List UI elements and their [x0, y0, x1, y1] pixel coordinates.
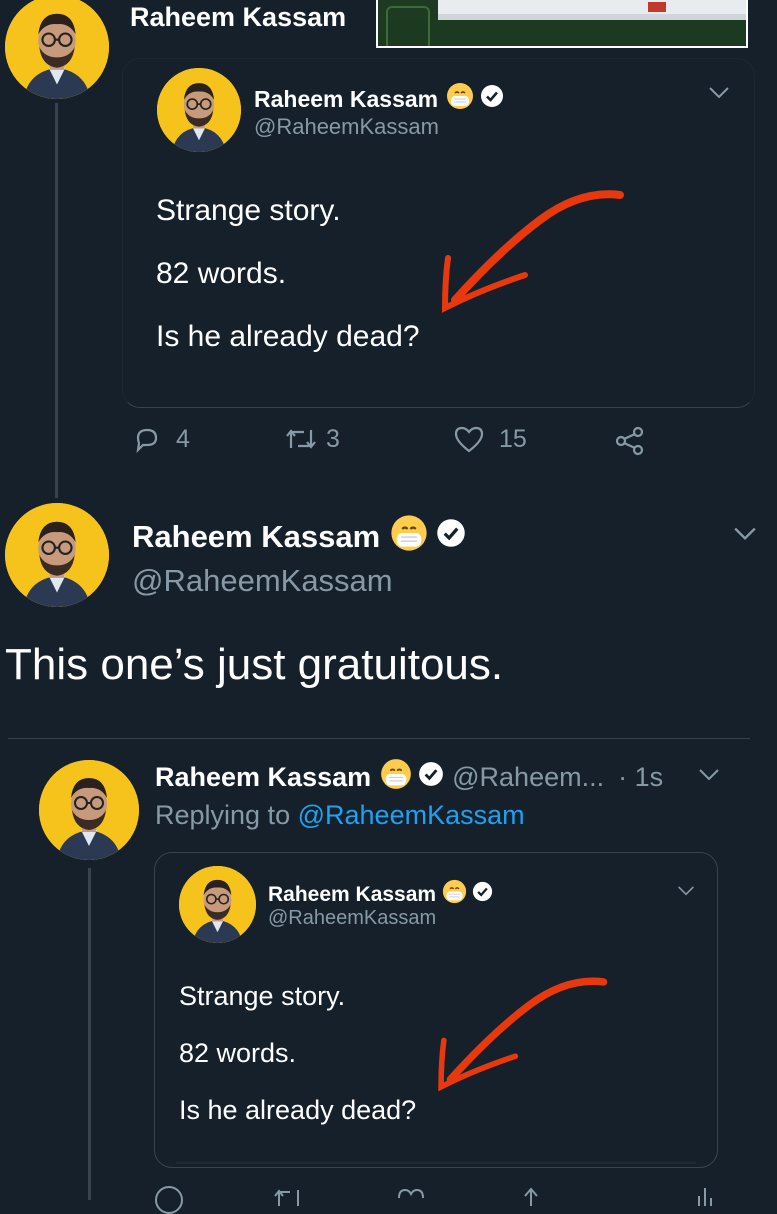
reply-button[interactable]: 4 [132, 424, 190, 454]
mask-emoji-icon [442, 879, 467, 910]
heart-icon [454, 426, 484, 453]
tweet-text-line: Is he already dead? [156, 320, 420, 353]
like-button[interactable]: 15 [453, 424, 527, 454]
author-handle[interactable]: @RaheemKassam [254, 114, 439, 140]
author-handle[interactable]: @RaheemKassam [268, 907, 436, 930]
retweet-icon [286, 429, 316, 449]
replying-handle-link[interactable]: @RaheemKassam [298, 800, 525, 830]
author-name[interactable]: Raheem Kassam [130, 2, 346, 33]
reply-icon [136, 428, 158, 454]
share-button[interactable] [614, 426, 646, 456]
verified-badge-icon [418, 761, 444, 794]
reply-header: Raheem Kassam @Raheem... · 1s [155, 758, 663, 797]
avatar[interactable] [157, 68, 241, 152]
retweet-button[interactable]: 3 [284, 424, 340, 454]
card-inner-divider [176, 1162, 696, 1164]
red-arrow-annotation [438, 977, 608, 1092]
verified-badge-icon [480, 84, 504, 114]
avatar[interactable] [5, 503, 109, 607]
author-handle[interactable]: @RaheemKassam [132, 563, 393, 599]
avatar[interactable] [39, 760, 139, 860]
tweet-text: This one’s just gratuitous. [5, 640, 504, 689]
like-count: 15 [499, 424, 527, 453]
tweet-text-line: Strange story. [156, 194, 341, 227]
verified-badge-icon [436, 518, 466, 556]
replying-prefix: Replying to [155, 800, 291, 830]
divider [8, 738, 750, 739]
timestamp[interactable]: · 1s [618, 762, 663, 793]
embedded-screenshot-thumbnail[interactable] [376, 0, 748, 48]
thread-line [55, 103, 58, 498]
mask-emoji-icon [390, 514, 428, 560]
author-name-text: Raheem Kassam [132, 519, 381, 554]
chevron-down-icon[interactable] [733, 526, 757, 547]
tweet-text-line: Is he already dead? [179, 1095, 417, 1125]
heart-icon[interactable] [396, 1186, 426, 1211]
author-name[interactable]: Raheem Kassam [268, 879, 493, 910]
tweet-text-line: 82 words. [179, 1038, 297, 1068]
retweet-count: 3 [326, 424, 340, 453]
avatar[interactable] [179, 866, 256, 943]
reply-icon[interactable] [155, 1186, 183, 1214]
thread-line [88, 868, 91, 1200]
verified-badge-icon [472, 881, 493, 908]
chevron-down-icon[interactable] [708, 86, 730, 105]
author-name[interactable]: Raheem Kassam [132, 514, 466, 560]
replying-to: Replying to @RaheemKassam [155, 800, 525, 831]
tweet-text-line: 82 words. [156, 257, 287, 290]
avatar[interactable] [5, 0, 109, 99]
author-name[interactable]: Raheem Kassam [155, 762, 371, 793]
analytics-icon[interactable] [694, 1186, 716, 1211]
tweet-text-line: Strange story. [179, 981, 346, 1011]
share-icon [615, 426, 644, 456]
mask-emoji-icon [446, 82, 474, 116]
chevron-down-icon[interactable] [698, 768, 720, 787]
reply-count: 4 [176, 424, 190, 453]
author-name-text: Raheem Kassam [254, 85, 439, 112]
author-name-text: Raheem Kassam [268, 882, 437, 906]
author-handle[interactable]: @Raheem... [452, 762, 604, 793]
author-name[interactable]: Raheem Kassam [254, 82, 504, 116]
mask-emoji-icon [380, 758, 412, 797]
share-icon[interactable] [520, 1186, 542, 1211]
retweet-icon[interactable] [274, 1186, 304, 1211]
chevron-down-icon[interactable] [677, 884, 695, 902]
red-arrow-annotation [441, 190, 624, 313]
